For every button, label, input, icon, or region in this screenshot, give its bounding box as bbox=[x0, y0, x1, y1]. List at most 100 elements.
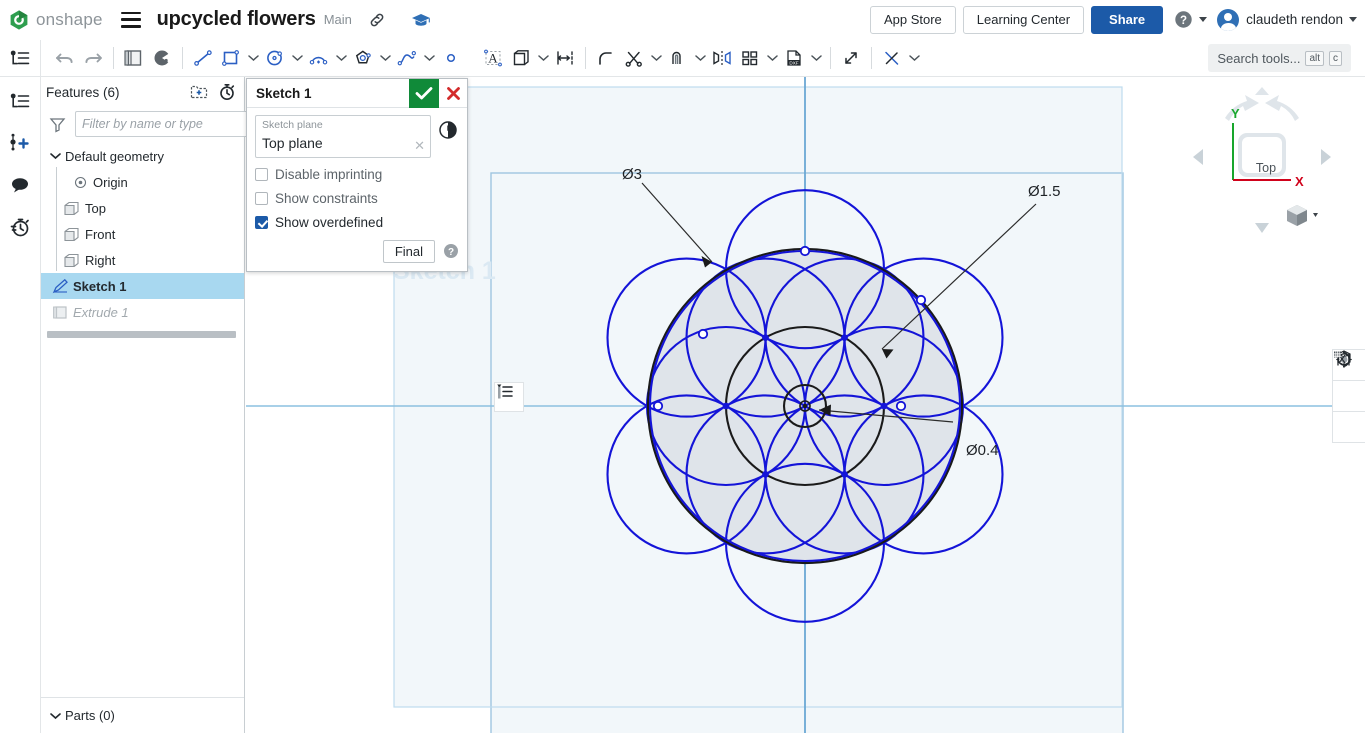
redo-button[interactable] bbox=[79, 43, 107, 73]
constraint-tool-chevron-down-icon[interactable] bbox=[906, 54, 922, 62]
help-circle-icon: ? bbox=[1174, 10, 1193, 29]
checkbox-box[interactable] bbox=[255, 216, 268, 229]
help-menu[interactable]: ? bbox=[1174, 10, 1207, 29]
dxf-tool-chevron-down-icon[interactable] bbox=[808, 54, 824, 62]
rollback-timer-icon[interactable] bbox=[218, 83, 236, 101]
trim-scissors-icon[interactable] bbox=[620, 43, 648, 73]
view-cube[interactable]: Y X Top bbox=[1187, 85, 1337, 245]
toolbar-divider bbox=[113, 47, 114, 69]
view-cube-menu-icon bbox=[1287, 205, 1318, 226]
clear-x-icon[interactable]: ✕ bbox=[414, 139, 425, 152]
new-folder-icon[interactable] bbox=[190, 84, 208, 100]
feature-tree-toggle-icon[interactable] bbox=[0, 40, 41, 77]
dxf-import-icon[interactable]: DXF bbox=[780, 43, 808, 73]
sketch-dialog-header: Sketch 1 bbox=[247, 79, 467, 108]
show-overdefined-checkbox[interactable]: Show overdefined bbox=[255, 215, 459, 230]
section-view-icon[interactable] bbox=[1332, 411, 1365, 443]
trim-tool-chevron-down-icon[interactable] bbox=[648, 54, 664, 62]
line-icon[interactable] bbox=[189, 43, 217, 73]
use-tool-chevron-down-icon[interactable] bbox=[535, 54, 551, 62]
sketch-fillet-icon[interactable] bbox=[592, 43, 620, 73]
sketch-history-icon[interactable] bbox=[437, 119, 459, 141]
toolbar-divider bbox=[871, 47, 872, 69]
mirror-icon[interactable] bbox=[708, 43, 736, 73]
cancel-x-icon[interactable] bbox=[439, 79, 467, 108]
display-legend-icon[interactable] bbox=[494, 382, 524, 412]
document-title[interactable]: upcycled flowers bbox=[157, 8, 316, 31]
text-icon[interactable]: A bbox=[479, 43, 507, 73]
undo-button[interactable] bbox=[51, 43, 79, 73]
funnel-filter-icon[interactable] bbox=[49, 116, 66, 133]
offset-tool-chevron-down-icon[interactable] bbox=[692, 54, 708, 62]
learning-center-button[interactable]: Learning Center bbox=[963, 6, 1084, 34]
user-avatar-icon bbox=[1217, 9, 1239, 31]
add-version-icon[interactable] bbox=[4, 127, 36, 159]
disable-imprinting-checkbox[interactable]: Disable imprinting bbox=[255, 167, 459, 182]
sketch-plane-field[interactable]: Sketch plane Top plane ✕ bbox=[255, 115, 431, 158]
parts-count-label: Parts (0) bbox=[65, 708, 115, 723]
constraint-icon[interactable] bbox=[878, 43, 906, 73]
rectangle-icon[interactable] bbox=[217, 43, 245, 73]
view-cube-face-label[interactable]: Top bbox=[1243, 147, 1289, 189]
circle-icon[interactable] bbox=[261, 43, 289, 73]
spline-tool-chevron-down-icon[interactable] bbox=[421, 54, 437, 62]
sidebar-item-origin[interactable]: Origin bbox=[41, 169, 244, 195]
sidebar-item-front-plane[interactable]: Front bbox=[41, 221, 244, 247]
link-icon[interactable] bbox=[366, 9, 388, 31]
y-axis-label: Y bbox=[1231, 106, 1240, 121]
sidebar-item-top-plane[interactable]: Top bbox=[41, 195, 244, 221]
plane-icon bbox=[61, 201, 83, 216]
circle-tool-chevron-down-icon[interactable] bbox=[289, 54, 305, 62]
feature-list-icon[interactable] bbox=[4, 85, 36, 117]
share-button[interactable]: Share bbox=[1091, 6, 1163, 34]
polygon-icon[interactable] bbox=[349, 43, 377, 73]
extrude-icon bbox=[49, 304, 71, 320]
app-store-button[interactable]: App Store bbox=[870, 6, 956, 34]
rollback-bar[interactable] bbox=[47, 331, 236, 338]
history-clock-icon[interactable] bbox=[4, 211, 36, 243]
chevron-down-icon bbox=[1349, 17, 1357, 22]
final-button[interactable]: Final bbox=[383, 240, 435, 263]
rectangle-tool-chevron-down-icon[interactable] bbox=[245, 54, 261, 62]
render-mode-icon[interactable] bbox=[1332, 380, 1365, 412]
offset-icon[interactable] bbox=[664, 43, 692, 73]
graduation-cap-icon[interactable] bbox=[410, 9, 432, 31]
search-input[interactable] bbox=[75, 111, 252, 137]
polygon-tool-chevron-down-icon[interactable] bbox=[377, 54, 393, 62]
chevron-down-icon[interactable] bbox=[47, 152, 63, 160]
sidebar-item-label: Top bbox=[85, 201, 106, 216]
linear-pattern-icon[interactable] bbox=[736, 43, 764, 73]
checkbox-box[interactable] bbox=[255, 192, 268, 205]
confirm-checkmark-icon[interactable] bbox=[409, 79, 439, 108]
sketch-plane-value: Top plane bbox=[262, 133, 424, 153]
hamburger-menu-icon[interactable] bbox=[121, 12, 141, 28]
help-circle-icon[interactable]: ? bbox=[443, 243, 459, 259]
onshape-logo-icon[interactable] bbox=[8, 9, 30, 31]
toolbar-divider bbox=[585, 47, 586, 69]
sidebar-item-extrude-1[interactable]: Extrude 1 bbox=[41, 299, 244, 325]
arc-icon[interactable] bbox=[305, 43, 333, 73]
left-icon-rail bbox=[0, 77, 41, 733]
transform-arrow-icon[interactable] bbox=[837, 43, 865, 73]
sidebar-item-sketch-1[interactable]: Sketch 1 bbox=[41, 273, 244, 299]
show-constraints-checkbox[interactable]: Show constraints bbox=[255, 191, 459, 206]
comment-bubble-icon[interactable] bbox=[4, 169, 36, 201]
search-tools-box[interactable]: Search tools... alt c bbox=[1208, 44, 1351, 72]
edit-sketch-icon[interactable] bbox=[148, 43, 176, 73]
sidebar-item-right-plane[interactable]: Right bbox=[41, 247, 244, 273]
user-menu[interactable]: claudeth rendon bbox=[1217, 9, 1357, 31]
search-shortcut-alt: alt bbox=[1305, 51, 1324, 66]
point-icon[interactable] bbox=[437, 43, 465, 73]
sidebar-item-default-geometry[interactable]: Default geometry bbox=[41, 143, 244, 169]
new-sketch-icon[interactable] bbox=[120, 43, 148, 73]
checkbox-box[interactable] bbox=[255, 168, 268, 181]
spline-icon[interactable] bbox=[393, 43, 421, 73]
use-projection-icon[interactable] bbox=[507, 43, 535, 73]
feature-panel-header: Features (6) bbox=[41, 77, 244, 107]
pattern-tool-chevron-down-icon[interactable] bbox=[764, 54, 780, 62]
dimension-icon[interactable] bbox=[551, 43, 579, 73]
parts-section-header[interactable]: Parts (0) bbox=[41, 697, 244, 733]
arc-tool-chevron-down-icon[interactable] bbox=[333, 54, 349, 62]
branch-label[interactable]: Main bbox=[324, 12, 352, 27]
chevron-down-icon[interactable] bbox=[47, 712, 63, 720]
